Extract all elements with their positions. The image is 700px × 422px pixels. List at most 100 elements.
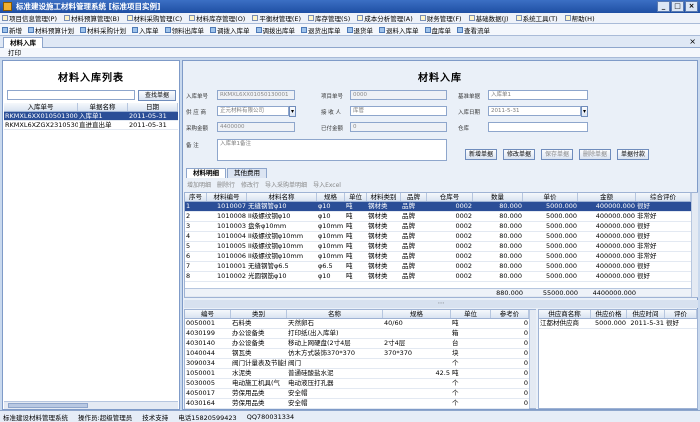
delete-order-button[interactable]: 删除单据	[579, 149, 611, 160]
grid-row[interactable]: 1050001 水泥类 普通硅酸盐水泥 42.5 吨 0	[185, 369, 529, 379]
grid-row[interactable]: 3 1010003 盘条φ10mm φ10mm 吨 钢材类 品牌 0002 80.000 5000…	[185, 222, 691, 232]
supplier-dropdown-button[interactable]: ▾	[289, 106, 296, 117]
menu-item-7[interactable]: 财务管理(F)	[419, 13, 462, 23]
list-search-input[interactable]	[7, 90, 135, 100]
material_grid-col-2[interactable]: 名称	[287, 310, 383, 318]
supplier-field[interactable]: 正元材料有限公司	[217, 106, 289, 116]
material_grid-col-3[interactable]: 规格	[383, 310, 451, 318]
modify-order-button[interactable]: 修改单据	[503, 149, 535, 160]
menu-item-4[interactable]: 平衡材管理(E)	[252, 13, 301, 23]
order-name-field[interactable]: 入库单1	[488, 90, 588, 100]
add-order-button[interactable]: 新增单据	[465, 149, 497, 160]
detail-toolbar-item-4[interactable]: 导入Excel	[313, 181, 341, 191]
detail_grid-col-10[interactable]: 金额	[578, 193, 636, 201]
detail-toolbar-item-3[interactable]: 导入采购单明细	[265, 181, 307, 191]
print-button[interactable]: 打印	[8, 49, 21, 57]
detail-tab-0[interactable]: 材料明细	[186, 168, 226, 178]
detail_grid-col-2[interactable]: 材料名称	[247, 193, 317, 201]
list-row[interactable]: RKMXL6XZGX23105301001_R直进直出单 2011-05-31	[4, 121, 178, 130]
supplier_grid-col-0[interactable]: 供应商名称	[539, 310, 591, 318]
grid-row[interactable]: 4030199 办公设备类 打印纸(出入库单) 箱 0	[185, 329, 529, 339]
list-horizontal-scrollbar[interactable]	[4, 401, 178, 409]
amount-field[interactable]: 4400000	[217, 122, 295, 132]
grid-row[interactable]: 7 1010001 无缝钢管φ6.5 φ6.5 吨 钢材类 品牌 0002 80.000 5000…	[185, 262, 691, 272]
detail-toolbar-item-1[interactable]: 删除行	[217, 181, 235, 191]
supplier_grid-col-3[interactable]: 评价	[665, 310, 697, 318]
grid-row[interactable]: 4050017 劳保用品类 安全帽 个 0	[185, 389, 529, 399]
list-row[interactable]: RKMXL6XX01050130001 入库单1 2011-05-31	[4, 112, 178, 121]
menu-item-1[interactable]: 材料预算管理(B)	[64, 13, 120, 23]
detail_grid-col-6[interactable]: 品牌	[401, 193, 427, 201]
material_grid-col-4[interactable]: 单位	[451, 310, 491, 318]
menu-item-2[interactable]: 材料采购管理(C)	[126, 13, 182, 23]
maximize-button[interactable]: □	[671, 1, 684, 12]
grid-row[interactable]: 4030164 劳保用品类 安全帽 个 0	[185, 399, 529, 409]
detail_grid-col-7[interactable]: 仓库号	[427, 193, 473, 201]
toolbar-button-8[interactable]: 退货单	[346, 25, 373, 35]
material-vertical-scrollbar[interactable]	[529, 310, 536, 408]
toolbar-button-11[interactable]: 查看流单	[457, 25, 490, 35]
date-field[interactable]: 2011-5-31	[488, 106, 581, 116]
warehouse-field[interactable]	[488, 122, 588, 132]
detail_grid-col-5[interactable]: 材料类别	[367, 193, 401, 201]
detail_grid-col-1[interactable]: 材料编号	[207, 193, 247, 201]
menu-item-9[interactable]: 系统工具(T)	[515, 13, 558, 23]
list-scroll-thumb[interactable]	[8, 403, 88, 408]
material_grid-col-5[interactable]: 参考价	[491, 310, 529, 318]
detail-tab-1[interactable]: 其他费用	[227, 168, 267, 178]
remark-field[interactable]: 入库单1备注	[217, 139, 447, 161]
detail_grid-col-0[interactable]: 序号	[185, 193, 207, 201]
grid-row[interactable]: 3090034 阀门计量表及节能技术阀门 个 0	[185, 359, 529, 369]
col-order-name[interactable]: 单据名称	[78, 103, 128, 111]
tab-material-inbound[interactable]: 材料入库	[3, 37, 43, 48]
order-no-field[interactable]: RKMXL6XX01050130001	[217, 90, 295, 100]
grid-row[interactable]: 4030140 办公设备类 移动上网硬盘(2寸4层 2寸4层 台 0	[185, 339, 529, 349]
grid-row[interactable]: 1040044 钢瓦类 仿木方式装饰370*370 370*370 块 0	[185, 349, 529, 359]
detail-toolbar-item-0[interactable]: 增加明细	[187, 181, 211, 191]
grid-row[interactable]: 江都材供应商 5000.000 2011-5-31 很好	[539, 319, 697, 329]
close-tab-icon[interactable]: ×	[689, 37, 696, 46]
paid-field[interactable]: 0	[350, 122, 447, 132]
project-no-field[interactable]: 0000	[350, 90, 447, 100]
menu-item-8[interactable]: 基础数据(J)	[468, 13, 509, 23]
receiver-field[interactable]: 库管	[350, 106, 447, 116]
grid-row[interactable]: 5030005 电动施工机具(气 电动液压打孔器 个 0	[185, 379, 529, 389]
detail-toolbar-item-2[interactable]: 修改行	[241, 181, 259, 191]
detail_grid-col-11[interactable]: 综合评价	[636, 193, 691, 201]
menu-item-10[interactable]: 帮助(H)	[564, 13, 595, 23]
menu-item-5[interactable]: 库存管理(S)	[308, 13, 350, 23]
grid-row[interactable]: 0050001 石料类 天然卵石 40/60 吨 0	[185, 319, 529, 329]
supplier_grid-col-1[interactable]: 供应价格	[591, 310, 627, 318]
minimize-button[interactable]: _	[657, 1, 670, 12]
toolbar-button-3[interactable]: 入库单	[132, 25, 159, 35]
grid-row[interactable]: 8 1010002 光圆钢筋φ10 φ10 吨 钢材类 品牌 0002 80.000 5000.0…	[185, 272, 691, 282]
col-date[interactable]: 日期	[128, 103, 178, 111]
toolbar-button-0[interactable]: 新增	[2, 25, 22, 35]
toolbar-button-2[interactable]: 材料采购计划	[80, 25, 126, 35]
grid-row[interactable]: 4 1010004 II级螺纹钢φ10mm φ10mm 吨 钢材类 品牌 0002 80.000…	[185, 232, 691, 242]
detail_grid-col-4[interactable]: 单位	[345, 193, 367, 201]
toolbar-button-4[interactable]: 领料出库单	[164, 25, 204, 35]
menu-item-6[interactable]: 成本分析管理(A)	[357, 13, 413, 23]
grid-row[interactable]: 6 1010006 II级螺纹钢φ10mm φ10mm 吨 钢材类 品牌 0002 80.000…	[185, 252, 691, 262]
detail_grid-col-9[interactable]: 单价	[523, 193, 578, 201]
menu-item-3[interactable]: 材料库存管理(O)	[189, 13, 245, 23]
material_grid-col-1[interactable]: 类别	[231, 310, 287, 318]
toolbar-button-5[interactable]: 调拨入库单	[210, 25, 250, 35]
toolbar-button-10[interactable]: 盘库单	[424, 25, 451, 35]
date-dropdown-button[interactable]: ▾	[581, 106, 588, 117]
grid-row[interactable]: 2 1010008 II级螺纹钢φ10 φ10 吨 钢材类 品牌 0002 80.000 5000…	[185, 212, 691, 222]
col-order-no[interactable]: 入库单号	[4, 103, 78, 111]
material_grid-col-0[interactable]: 编号	[185, 310, 231, 318]
toolbar-button-9[interactable]: 退料入库单	[379, 25, 419, 35]
toolbar-button-7[interactable]: 退货出库单	[301, 25, 341, 35]
toolbar-button-1[interactable]: 材料预算计划	[28, 25, 74, 35]
grid-row[interactable]: 5 1010005 II级螺纹钢φ10mm φ10mm 吨 钢材类 品牌 0002 80.000…	[185, 242, 691, 252]
toolbar-button-6[interactable]: 调拨出库单	[255, 25, 295, 35]
panel-splitter[interactable]: ⋯	[184, 300, 698, 308]
menu-item-0[interactable]: 项目信息管理(P)	[2, 13, 57, 23]
close-button[interactable]: ×	[685, 1, 698, 12]
detail_grid-col-8[interactable]: 数量	[473, 193, 523, 201]
search-orders-button[interactable]: 查找单据	[138, 90, 176, 101]
supplier_grid-col-2[interactable]: 供应时间	[627, 310, 665, 318]
